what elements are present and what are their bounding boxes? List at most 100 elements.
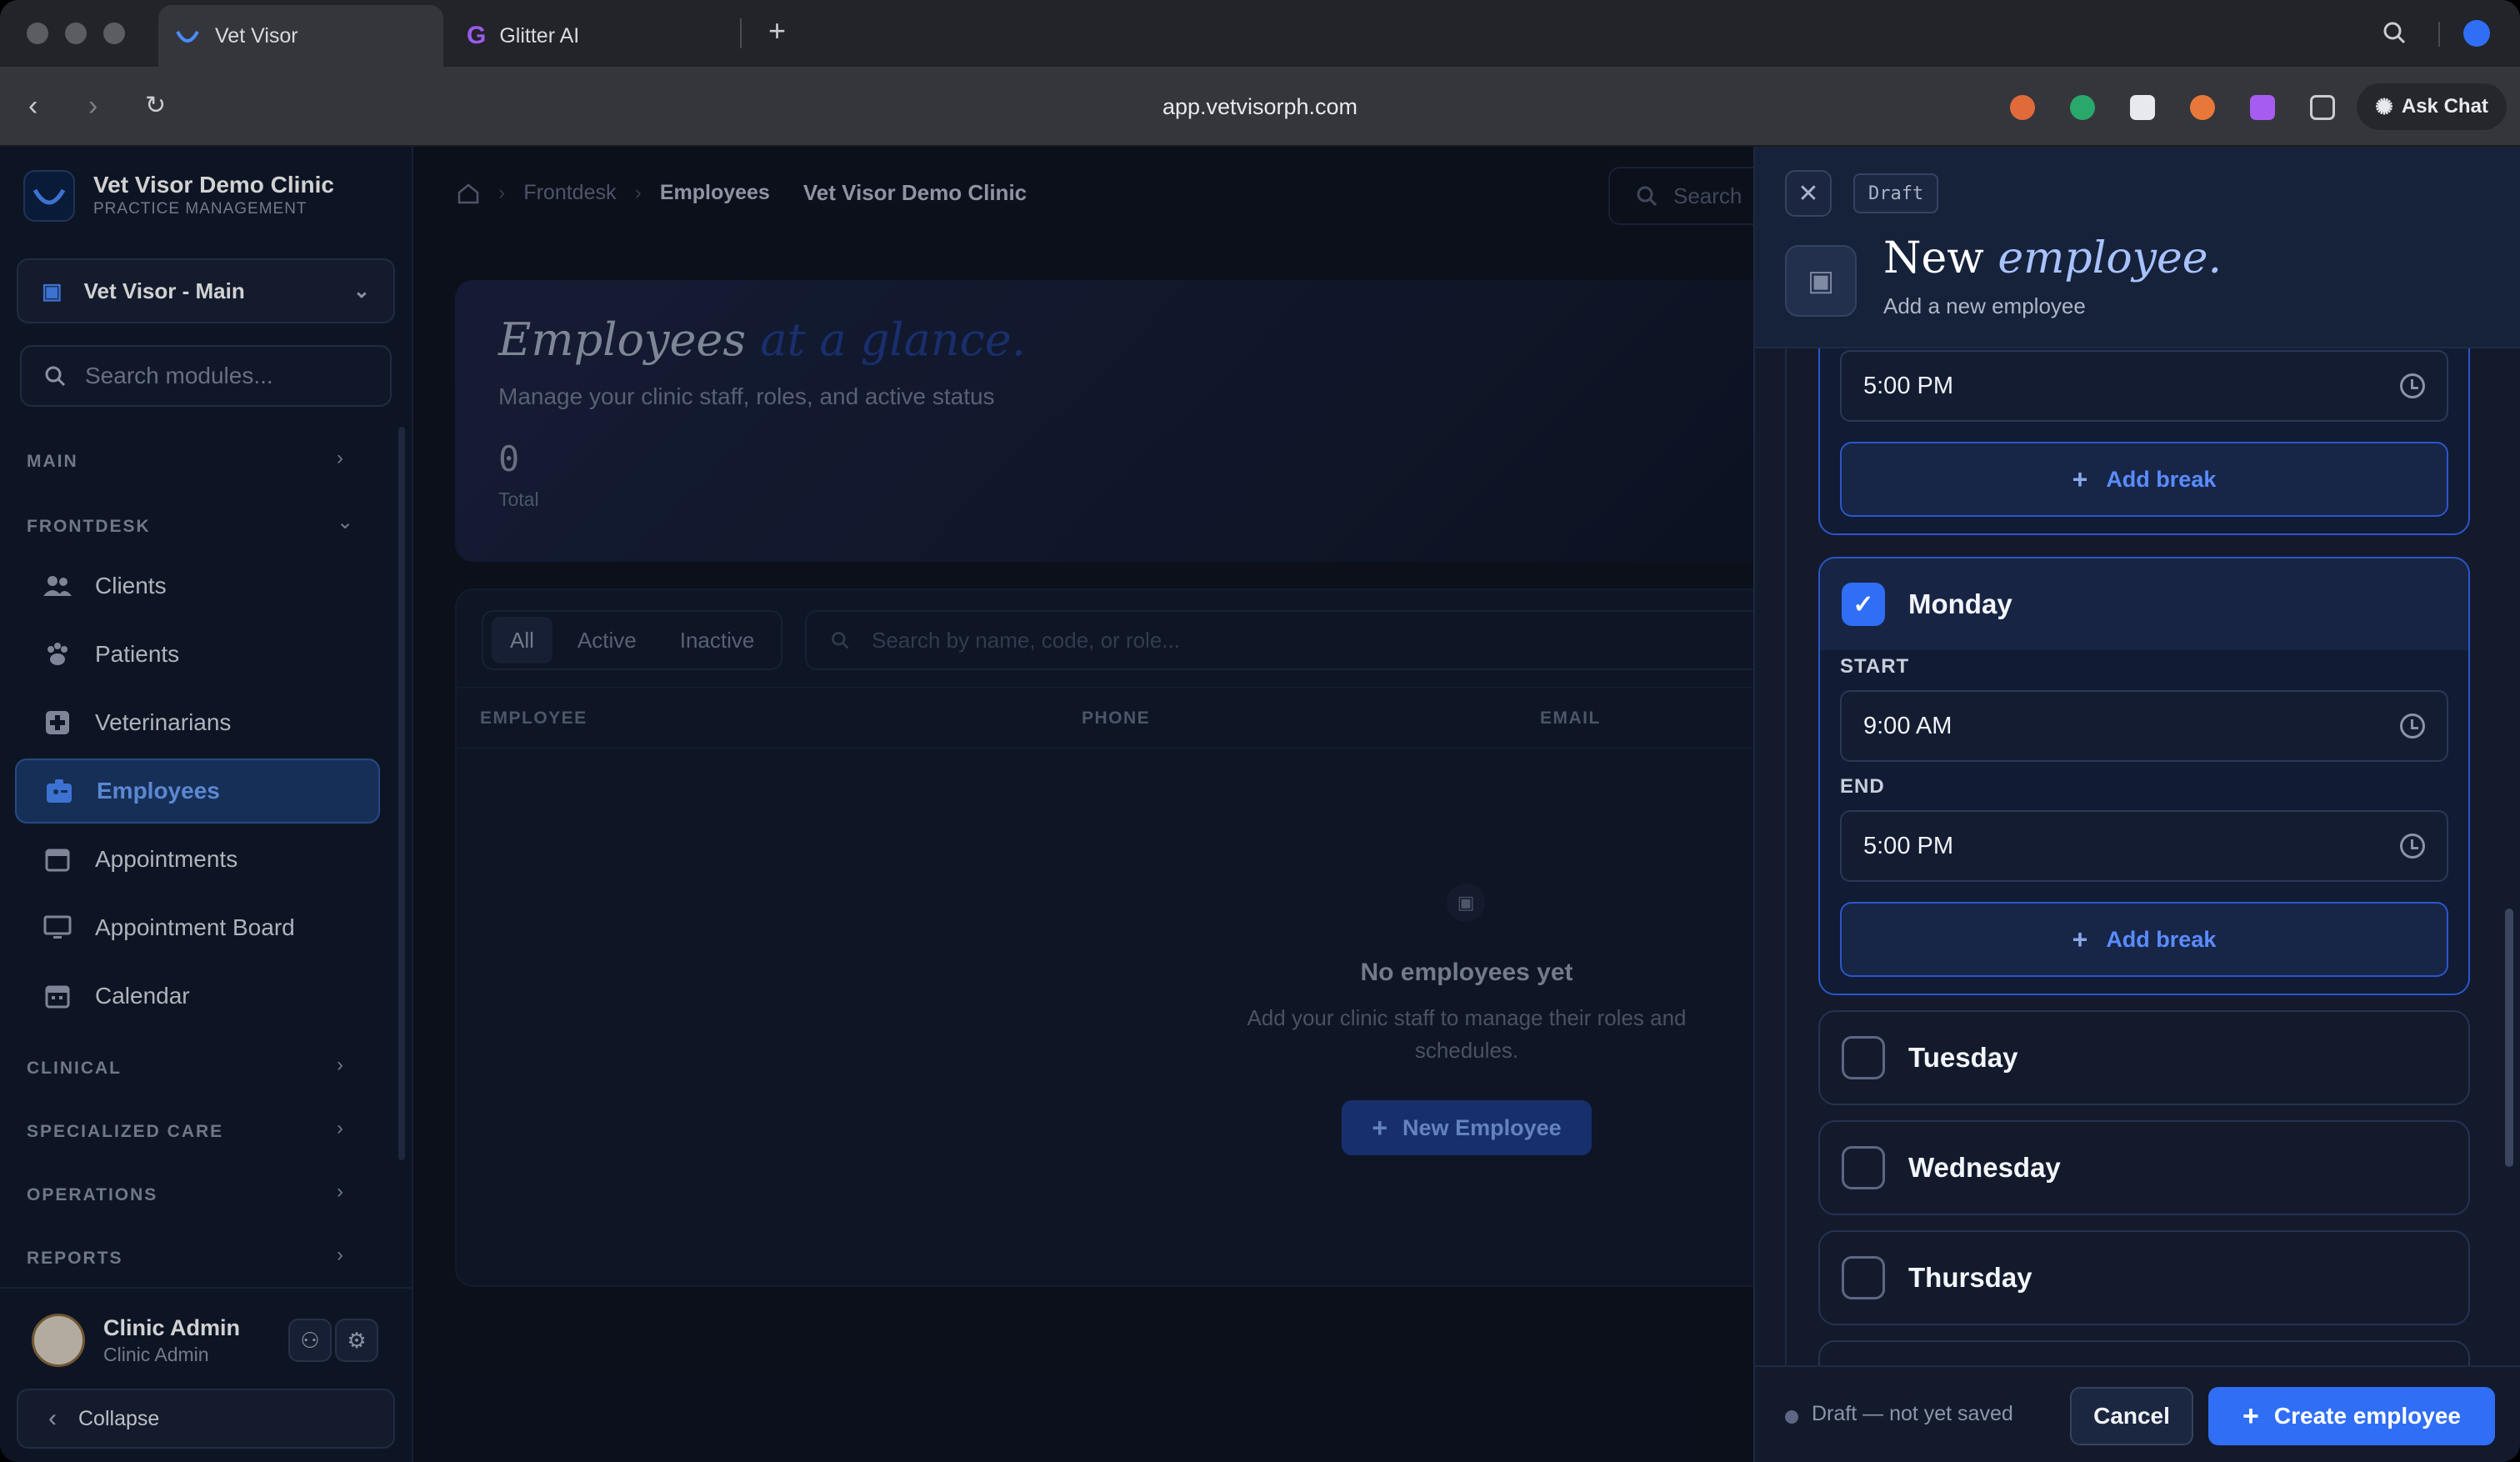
thursday-checkbox[interactable] — [1842, 1256, 1885, 1299]
chevron-right-icon[interactable]: › — [337, 1054, 343, 1077]
breadcrumb: › Frontdesk › Employees Vet Visor Demo C… — [457, 180, 1027, 206]
tab-glitter-ai[interactable]: G Glitter AI — [458, 5, 733, 67]
id-badge-icon: ▣ — [1785, 245, 1857, 317]
column-email[interactable]: EMAIL — [1540, 708, 1601, 728]
main-content: › Frontdesk › Employees Vet Visor Demo C… — [413, 147, 1808, 1462]
section-clinical[interactable]: CLINICAL — [27, 1059, 122, 1079]
add-break-button[interactable]: + Add break — [1840, 442, 2448, 517]
module-search-input[interactable]: Search modules... — [20, 345, 392, 407]
new-employee-button[interactable]: + New Employee — [1342, 1100, 1592, 1155]
search-icon — [45, 366, 66, 387]
filter-all[interactable]: All — [492, 617, 552, 663]
extension-grid-icon[interactable] — [2130, 95, 2155, 120]
filter-inactive[interactable]: Inactive — [662, 617, 773, 663]
employee-search-input[interactable]: Search by name, code, or role... — [805, 610, 1805, 670]
openai-icon: ✺ — [2375, 93, 2393, 119]
window-maximize-button[interactable] — [103, 23, 125, 44]
section-main[interactable]: MAIN — [27, 452, 78, 472]
filter-active[interactable]: Active — [559, 617, 655, 663]
medical-cross-icon — [43, 708, 72, 737]
sidebar-item-patients[interactable]: Patients — [15, 622, 380, 687]
sidebar-item-appointments[interactable]: Appointments — [15, 827, 380, 892]
monitor-icon — [43, 914, 72, 942]
sidebar-item-appointment-board[interactable]: Appointment Board — [15, 895, 380, 960]
switch-user-button[interactable]: ⚇ — [288, 1319, 332, 1362]
drawer-scroll-area[interactable]: 5:00 PM + Add break ✓ Monday START 9:00 … — [1755, 348, 2520, 1365]
chevron-right-icon[interactable]: › — [337, 1180, 343, 1204]
window-minimize-button[interactable] — [65, 23, 87, 44]
avatar[interactable] — [32, 1314, 85, 1367]
column-employee[interactable]: EMPLOYEE — [480, 708, 588, 728]
chevron-right-icon[interactable]: › — [337, 1117, 343, 1140]
profile-icon[interactable] — [2463, 20, 2490, 47]
extension-sparkle-icon[interactable] — [2190, 95, 2215, 120]
search-tabs-icon[interactable] — [2382, 20, 2407, 45]
sidebar-item-veterinarians[interactable]: Veterinarians — [15, 690, 380, 755]
day-card-thursday[interactable]: Thursday — [1818, 1230, 2470, 1325]
day-card-previous: 5:00 PM + Add break — [1818, 348, 2470, 535]
section-specialized-care[interactable]: SPECIALIZED CARE — [27, 1122, 223, 1142]
tab-vet-visor[interactable]: Vet Visor — [158, 5, 443, 67]
add-break-button[interactable]: + Add break — [1840, 902, 2448, 977]
day-header[interactable]: Tuesday — [1820, 1012, 2468, 1104]
sidebar-item-clients[interactable]: Clients — [15, 553, 380, 618]
cancel-button[interactable]: Cancel — [2070, 1387, 2193, 1445]
extension-purple-icon[interactable] — [2250, 95, 2275, 120]
drawer-scrollbar[interactable] — [2505, 909, 2513, 1167]
breadcrumb-separator: › — [634, 181, 642, 204]
people-icon — [43, 572, 72, 600]
section-frontdesk[interactable]: FRONTDESK — [27, 517, 151, 537]
branch-selector[interactable]: ▣ Vet Visor - Main ⌄ — [17, 258, 395, 323]
clock-icon — [2400, 373, 2425, 398]
extension-fox-icon[interactable] — [2010, 95, 2035, 120]
home-icon[interactable] — [457, 183, 480, 204]
browser-tab-bar: Vet Visor G Glitter AI + — [0, 0, 2520, 67]
collapse-button[interactable]: ‹ Collapse — [17, 1389, 395, 1449]
module-search-placeholder: Search modules... — [85, 363, 273, 388]
tab-label: Vet Visor — [215, 23, 298, 48]
close-drawer-button[interactable]: ✕ — [1785, 170, 1832, 217]
new-tab-button[interactable]: + — [768, 13, 786, 48]
id-badge-icon — [45, 777, 73, 805]
end-time-input[interactable]: 5:00 PM — [1840, 810, 2448, 882]
sidebar-scrollbar[interactable] — [398, 427, 405, 1160]
plus-icon: + — [2242, 1399, 2259, 1432]
glitter-favicon-icon: G — [467, 22, 487, 49]
extension-grammarly-icon[interactable] — [2070, 95, 2095, 120]
page-subtitle: Manage your clinic staff, roles, and act… — [498, 383, 995, 409]
employees-table-card: All Active Inactive Search by name, code… — [455, 588, 1807, 1287]
window-close-button[interactable] — [27, 23, 48, 44]
sidebar-item-label: Calendar — [95, 983, 190, 1009]
chevron-down-icon[interactable]: ⌄ — [337, 510, 353, 534]
column-phone[interactable]: PHONE — [1082, 708, 1150, 728]
sidebar-item-employees[interactable]: Employees — [15, 759, 380, 824]
end-time-input[interactable]: 5:00 PM — [1840, 350, 2448, 422]
tuesday-checkbox[interactable] — [1842, 1036, 1885, 1079]
user-role: Clinic Admin — [103, 1344, 209, 1365]
day-card-wednesday[interactable]: Wednesday — [1818, 1120, 2470, 1215]
id-badge-icon: ▣ — [1447, 884, 1485, 922]
day-header[interactable]: Thursday — [1820, 1232, 2468, 1324]
wednesday-checkbox[interactable] — [1842, 1146, 1885, 1189]
extension-chat-icon[interactable] — [2310, 95, 2335, 120]
day-header[interactable]: ✓ Monday — [1820, 558, 2468, 650]
ask-chat-label: Ask Chat — [2401, 95, 2488, 118]
chevron-right-icon[interactable]: › — [337, 447, 343, 470]
draft-status: Draft — not yet saved — [1812, 1402, 2013, 1425]
settings-button[interactable]: ⚙ — [335, 1319, 378, 1362]
sidebar-item-calendar[interactable]: Calendar — [15, 964, 380, 1029]
end-label: END — [1840, 775, 1885, 798]
day-card-next[interactable] — [1818, 1340, 2470, 1365]
section-reports[interactable]: REPORTS — [27, 1249, 123, 1269]
day-header[interactable]: Wednesday — [1820, 1122, 2468, 1214]
day-card-monday: ✓ Monday START 9:00 AM END 5:00 PM + Add… — [1818, 557, 2470, 995]
section-operations[interactable]: OPERATIONS — [27, 1185, 158, 1205]
day-card-tuesday[interactable]: Tuesday — [1818, 1010, 2470, 1105]
monday-checkbox[interactable]: ✓ — [1842, 583, 1885, 626]
vet-visor-favicon-icon — [176, 30, 199, 43]
ask-chat-button[interactable]: ✺ Ask Chat — [2357, 83, 2507, 130]
chevron-right-icon[interactable]: › — [337, 1244, 343, 1267]
create-employee-button[interactable]: + Create employee — [2208, 1387, 2495, 1445]
start-time-input[interactable]: 9:00 AM — [1840, 690, 2448, 762]
breadcrumb-frontdesk[interactable]: Frontdesk — [523, 181, 616, 205]
